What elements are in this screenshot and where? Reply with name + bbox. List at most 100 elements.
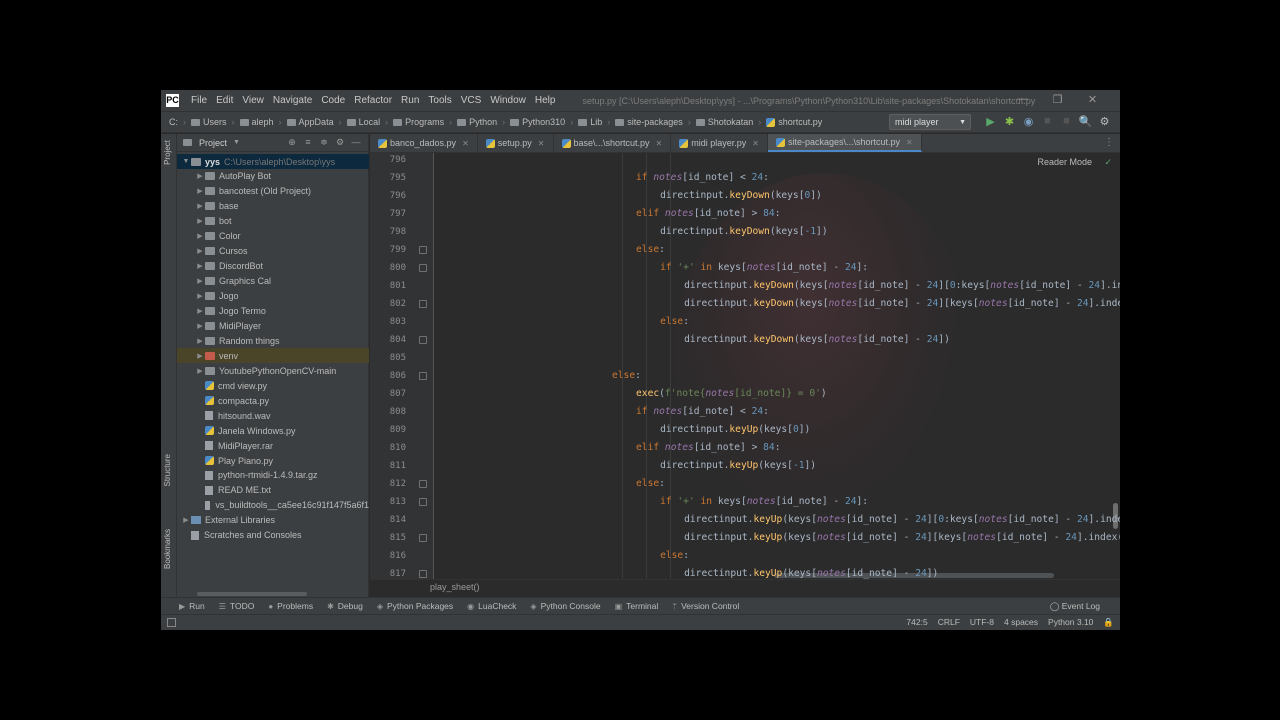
- coverage-icon[interactable]: ◉: [1019, 115, 1038, 128]
- tree-item-graphics-cal[interactable]: ▶ Graphics Cal: [177, 274, 369, 289]
- close-icon[interactable]: ✕: [462, 139, 469, 148]
- breadcrumb-item[interactable]: › site-packages: [602, 117, 683, 127]
- tree-item-discordbot[interactable]: ▶ DiscordBot: [177, 259, 369, 274]
- fold-marker-icon[interactable]: [419, 372, 427, 380]
- check-icon[interactable]: ✓: [1104, 157, 1112, 168]
- chevron-right-icon[interactable]: ▶: [195, 337, 205, 345]
- breadcrumb-item[interactable]: › Lib: [565, 117, 602, 127]
- tree-item-bot[interactable]: ▶ bot: [177, 214, 369, 229]
- tree-item-color[interactable]: ▶ Color: [177, 229, 369, 244]
- toggle-tool-windows-icon[interactable]: [167, 618, 176, 627]
- menu-item-run[interactable]: Run: [401, 95, 419, 106]
- tree-item-venv[interactable]: ▶ venv: [177, 348, 369, 364]
- chevron-right-icon[interactable]: ▶: [195, 352, 205, 360]
- run-icon[interactable]: ▶: [981, 115, 1000, 128]
- tool-window-problems[interactable]: ● Problems: [268, 601, 313, 611]
- tree-item-vs-buildtools-ca5ee16c91f147f5a6f1[interactable]: vs_buildtools__ca5ee16c91f147f5a6f1: [177, 498, 369, 513]
- breadcrumb-item[interactable]: › Users: [178, 117, 227, 127]
- menu-item-tools[interactable]: Tools: [428, 95, 451, 106]
- menu-item-help[interactable]: Help: [535, 95, 556, 106]
- chevron-right-icon[interactable]: ▶: [181, 516, 191, 524]
- debug-icon[interactable]: ✱: [1000, 115, 1019, 128]
- function-breadcrumb[interactable]: play_sheet(): [430, 582, 480, 592]
- structure-tool-tab[interactable]: Structure: [163, 454, 172, 486]
- project-horizontal-scrollbar[interactable]: [197, 592, 307, 596]
- tree-item-midiplayer-rar[interactable]: MidiPlayer.rar: [177, 438, 369, 453]
- editor-tab-1[interactable]: banco_dados.py ✕: [370, 134, 478, 152]
- tree-item-base[interactable]: ▶ base: [177, 199, 369, 214]
- editor-tab-4[interactable]: midi player.py ✕: [671, 134, 768, 152]
- tree-item-bancotest-old-project[interactable]: ▶ bancotest (Old Project): [177, 184, 369, 199]
- close-icon[interactable]: ✕: [538, 139, 545, 148]
- tree-item-scratches-and-consoles[interactable]: Scratches and Consoles: [177, 528, 369, 543]
- menu-item-edit[interactable]: Edit: [216, 95, 233, 106]
- chevron-right-icon[interactable]: ▶: [195, 202, 205, 210]
- tree-item-compacta-py[interactable]: compacta.py: [177, 393, 369, 408]
- tree-item-read-me-txt[interactable]: READ ME.txt: [177, 483, 369, 498]
- collapse-all-icon[interactable]: ≑: [316, 137, 332, 148]
- menu-item-window[interactable]: Window: [490, 95, 526, 106]
- editor-tab-3[interactable]: base\...\shortcut.py ✕: [554, 134, 672, 152]
- chevron-right-icon[interactable]: ▶: [195, 262, 205, 270]
- line-separator[interactable]: CRLF: [938, 617, 960, 628]
- chevron-right-icon[interactable]: ▶: [195, 307, 205, 315]
- tool-window-luacheck[interactable]: ◉ LuaCheck: [467, 601, 516, 611]
- file-encoding[interactable]: UTF-8: [970, 617, 994, 628]
- breadcrumb-item[interactable]: › Programs: [380, 117, 444, 127]
- fold-marker-icon[interactable]: [419, 246, 427, 254]
- event-log-button[interactable]: ◯ Event Log: [1050, 601, 1100, 612]
- breadcrumb-item[interactable]: › Shotokatan: [683, 117, 754, 127]
- tool-window-debug[interactable]: ✱ Debug: [327, 601, 363, 611]
- tool-window-run[interactable]: ▶ Run: [179, 601, 205, 611]
- restore-icon[interactable]: ❐: [1040, 93, 1075, 106]
- code-editor[interactable]: Reader Mode ✓ if notes[id_note] < 24: dir…: [434, 153, 1120, 579]
- breadcrumb-item[interactable]: › AppData: [274, 117, 334, 127]
- tree-item-jogo[interactable]: ▶ Jogo: [177, 289, 369, 304]
- chevron-down-icon[interactable]: ▼: [233, 139, 240, 146]
- fold-marker-icon[interactable]: [419, 498, 427, 506]
- chevron-down-icon[interactable]: ▼: [181, 158, 191, 165]
- tool-window-version-control[interactable]: ᛘ Version Control: [672, 601, 739, 611]
- hide-icon[interactable]: —: [348, 137, 364, 148]
- tool-window-terminal[interactable]: ▣ Terminal: [615, 601, 659, 611]
- fold-marker-icon[interactable]: [419, 300, 427, 308]
- tool-window-python-packages[interactable]: ◈ Python Packages: [377, 601, 453, 611]
- expand-all-icon[interactable]: ≡: [300, 137, 316, 148]
- chevron-right-icon[interactable]: ▶: [195, 217, 205, 225]
- chevron-right-icon[interactable]: ▶: [195, 322, 205, 330]
- menu-item-code[interactable]: Code: [321, 95, 345, 106]
- project-panel-title[interactable]: Project: [199, 138, 227, 148]
- fold-marker-icon[interactable]: [419, 570, 427, 578]
- tree-item-random-things[interactable]: ▶ Random things: [177, 333, 369, 348]
- close-icon[interactable]: ✕: [656, 139, 663, 148]
- close-icon[interactable]: ✕: [1075, 93, 1110, 106]
- project-tool-tab[interactable]: Project: [163, 140, 172, 165]
- close-icon[interactable]: ✕: [906, 138, 913, 147]
- lock-icon[interactable]: 🔒: [1103, 617, 1114, 628]
- fold-marker-icon[interactable]: [419, 480, 427, 488]
- tool-window-todo[interactable]: ☰ TODO: [219, 601, 255, 611]
- tree-root-yys[interactable]: ▼ yys C:\Users\aleph\Desktop\yys: [177, 154, 369, 169]
- bookmarks-tool-tab[interactable]: Bookmarks: [163, 529, 172, 569]
- breadcrumb-item[interactable]: › shortcut.py: [753, 117, 822, 127]
- fold-marker-icon[interactable]: [419, 336, 427, 344]
- locate-icon[interactable]: ⊕: [284, 137, 300, 148]
- close-icon[interactable]: ✕: [752, 139, 759, 148]
- chevron-right-icon[interactable]: ▶: [195, 367, 205, 375]
- chevron-right-icon[interactable]: ▶: [195, 277, 205, 285]
- tree-item-cursos[interactable]: ▶ Cursos: [177, 244, 369, 259]
- more-tabs-icon[interactable]: ⋮: [1104, 134, 1114, 152]
- chevron-right-icon[interactable]: ▶: [195, 232, 205, 240]
- breadcrumb-item[interactable]: C:: [169, 117, 178, 127]
- tree-item-hitsound-wav[interactable]: hitsound.wav: [177, 408, 369, 423]
- breadcrumb-item[interactable]: › Python310: [497, 117, 565, 127]
- search-icon[interactable]: 🔍: [1076, 115, 1095, 128]
- update-icon[interactable]: ●: [1114, 115, 1120, 128]
- chevron-right-icon[interactable]: ▶: [195, 172, 205, 180]
- python-interpreter[interactable]: Python 3.10: [1048, 617, 1093, 628]
- tree-item-play-piano-py[interactable]: Play Piano.py: [177, 453, 369, 468]
- gear-icon[interactable]: ⚙: [332, 137, 348, 148]
- gear-icon[interactable]: ⚙: [1095, 115, 1114, 128]
- fold-marker-icon[interactable]: [419, 264, 427, 272]
- editor-tab-5[interactable]: site-packages\...\shortcut.py ✕: [767, 134, 922, 152]
